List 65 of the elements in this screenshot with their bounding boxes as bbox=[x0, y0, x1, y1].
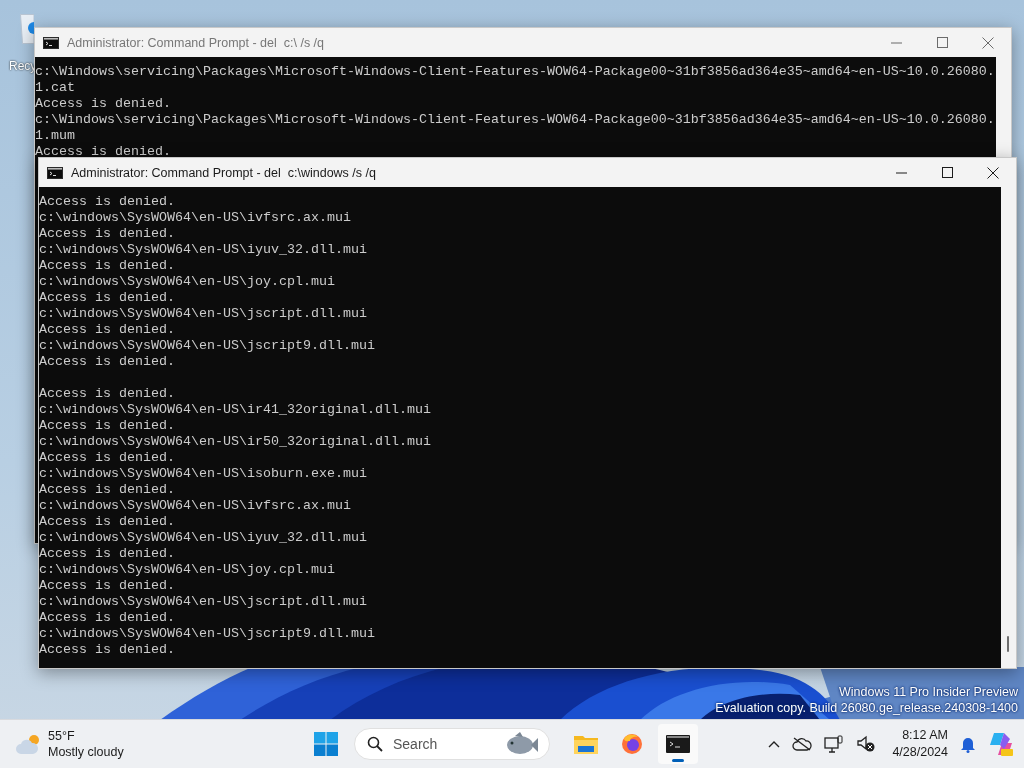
clock[interactable]: 8:12 AM 4/28/2024 bbox=[892, 727, 948, 761]
console-line: c:\windows\SysWOW64\en-US\jscript.dll.mui bbox=[39, 306, 368, 322]
console-line: Access is denied. bbox=[39, 322, 176, 338]
minimize-icon bbox=[895, 171, 907, 174]
console-line: Access is denied. bbox=[39, 450, 176, 466]
console-line: c:\windows\SysWOW64\en-US\ir50_32original.dll.mui bbox=[39, 434, 432, 450]
console-line: Access is denied. bbox=[39, 546, 176, 562]
console-line: Access is denied. bbox=[35, 144, 172, 160]
minimize-icon bbox=[890, 41, 902, 44]
taskbar-app[interactable] bbox=[658, 724, 698, 764]
chevron-up-icon[interactable] bbox=[768, 740, 781, 748]
close-icon bbox=[987, 166, 999, 179]
console-app-icon bbox=[43, 36, 59, 49]
network-icon[interactable] bbox=[824, 735, 845, 753]
console-line: Access is denied. bbox=[39, 418, 176, 434]
console-line: 1.mum bbox=[35, 128, 76, 144]
console-line: c:\windows\SysWOW64\en-US\joy.cpl.mui bbox=[39, 562, 336, 578]
console-line: c:\windows\SysWOW64\en-US\ivfsrc.ax.mui bbox=[39, 498, 352, 514]
console-line: Access is denied. bbox=[39, 194, 176, 210]
maximize-icon bbox=[936, 37, 948, 48]
cloud-sun-icon bbox=[16, 733, 42, 755]
console-line: c:\windows\SysWOW64\en-US\jscript9.dll.mui bbox=[39, 338, 376, 354]
temperature: 55°F bbox=[48, 728, 76, 744]
recycle-bin-icon[interactable] bbox=[20, 14, 34, 44]
cloud-off-icon[interactable] bbox=[792, 737, 813, 751]
console-line: Access is denied. bbox=[39, 258, 176, 274]
search-field[interactable]: Search bbox=[354, 728, 550, 760]
console-line: c:\windows\SysWOW64\en-US\iyuv_32.dll.mui bbox=[39, 530, 368, 546]
folder-icon bbox=[574, 734, 598, 754]
build-watermark: Evaluation copy. Build 26080.ge_release.240308-1400 bbox=[715, 700, 1018, 716]
copilot-icon[interactable] bbox=[988, 731, 1014, 757]
weather-condition: Mostly cloudy bbox=[48, 744, 124, 760]
close-icon bbox=[982, 36, 994, 49]
speaker-muted-icon[interactable] bbox=[856, 735, 877, 753]
console-line: c:\windows\SysWOW64\en-US\joy.cpl.mui bbox=[39, 274, 336, 290]
bell-icon[interactable] bbox=[960, 735, 976, 753]
console-line: c:\windows\SysWOW64\en-US\jscript9.dll.mui bbox=[39, 626, 376, 642]
windows-logo-icon bbox=[314, 732, 338, 756]
console-line: Access is denied. bbox=[39, 642, 176, 658]
console-line: 1.cat bbox=[35, 80, 76, 96]
search-icon bbox=[367, 736, 383, 752]
console-app-icon bbox=[47, 166, 63, 179]
terminal-icon bbox=[666, 735, 690, 753]
browser-icon bbox=[621, 733, 643, 755]
console-line: Access is denied. bbox=[39, 354, 176, 370]
console-line: c:\windows\SysWOW64\en-US\iyuv_32.dll.mui bbox=[39, 242, 368, 258]
console-line: Access is denied. bbox=[39, 386, 176, 402]
window-title: Administrator: Command Prompt - del c:\windows /s /q bbox=[71, 165, 376, 180]
window-title: Administrator: Command Prompt - del c:\ /s /q bbox=[67, 35, 325, 50]
console-line: Access is denied. bbox=[39, 514, 176, 530]
console-line: c:\windows\SysWOW64\en-US\jscript.dll.mui bbox=[39, 594, 368, 610]
console-line: c:\Windows\servicing\Packages\Microsoft-Windows-Client-Features-WOW64-Package00~31bf3856ad364e35~amd64~en-US~10.0.26080. bbox=[35, 112, 996, 128]
console-line: Access is denied. bbox=[39, 610, 176, 626]
console-line: Access is denied. bbox=[35, 96, 172, 112]
console-line: Access is denied. bbox=[39, 578, 176, 594]
console-line: c:\Windows\servicing\Packages\Microsoft-Windows-Client-Features-WOW64-Package00~31bf3856ad364e35~amd64~en-US~10.0.26080. bbox=[35, 64, 996, 80]
console-line: Access is denied. bbox=[39, 482, 176, 498]
maximize-icon bbox=[941, 167, 953, 178]
console-line: c:\windows\SysWOW64\en-US\ir41_32original.dll.mui bbox=[39, 402, 432, 418]
scrollbar-thumb[interactable] bbox=[1007, 636, 1009, 652]
console-line: c:\windows\SysWOW64\en-US\ivfsrc.ax.mui bbox=[39, 210, 352, 226]
console-line: c:\windows\SysWOW64\en-US\isoburn.exe.mui bbox=[39, 466, 368, 482]
console-line: Access is denied. bbox=[39, 290, 176, 306]
edition-watermark: Windows 11 Pro Insider Preview bbox=[839, 684, 1018, 700]
console-line: Access is denied. bbox=[39, 226, 176, 242]
